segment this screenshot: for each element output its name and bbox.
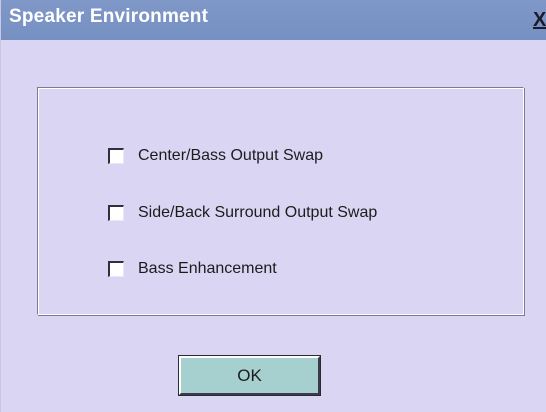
bass-enhancement-label[interactable]: Bass Enhancement xyxy=(138,260,277,278)
side-back-swap-checkbox[interactable] xyxy=(108,205,124,221)
side-back-swap-label[interactable]: Side/Back Surround Output Swap xyxy=(138,204,377,222)
center-bass-swap-label[interactable]: Center/Bass Output Swap xyxy=(138,147,323,165)
title-bar[interactable]: Speaker Environment X xyxy=(1,0,546,40)
ok-button[interactable]: OK xyxy=(178,355,321,396)
window-title: Speaker Environment xyxy=(9,6,209,27)
bass-enhancement-checkbox[interactable] xyxy=(108,261,124,277)
close-button[interactable]: X xyxy=(533,8,546,32)
option-side-back-swap[interactable]: Side/Back Surround Output Swap xyxy=(108,202,377,224)
speaker-environment-dialog: Speaker Environment X Center/Bass Output… xyxy=(0,0,546,412)
option-center-bass-swap[interactable]: Center/Bass Output Swap xyxy=(108,145,323,167)
center-bass-swap-checkbox[interactable] xyxy=(108,148,124,164)
option-bass-enhancement[interactable]: Bass Enhancement xyxy=(108,258,277,280)
options-group: Center/Bass Output Swap Side/Back Surrou… xyxy=(37,87,524,315)
